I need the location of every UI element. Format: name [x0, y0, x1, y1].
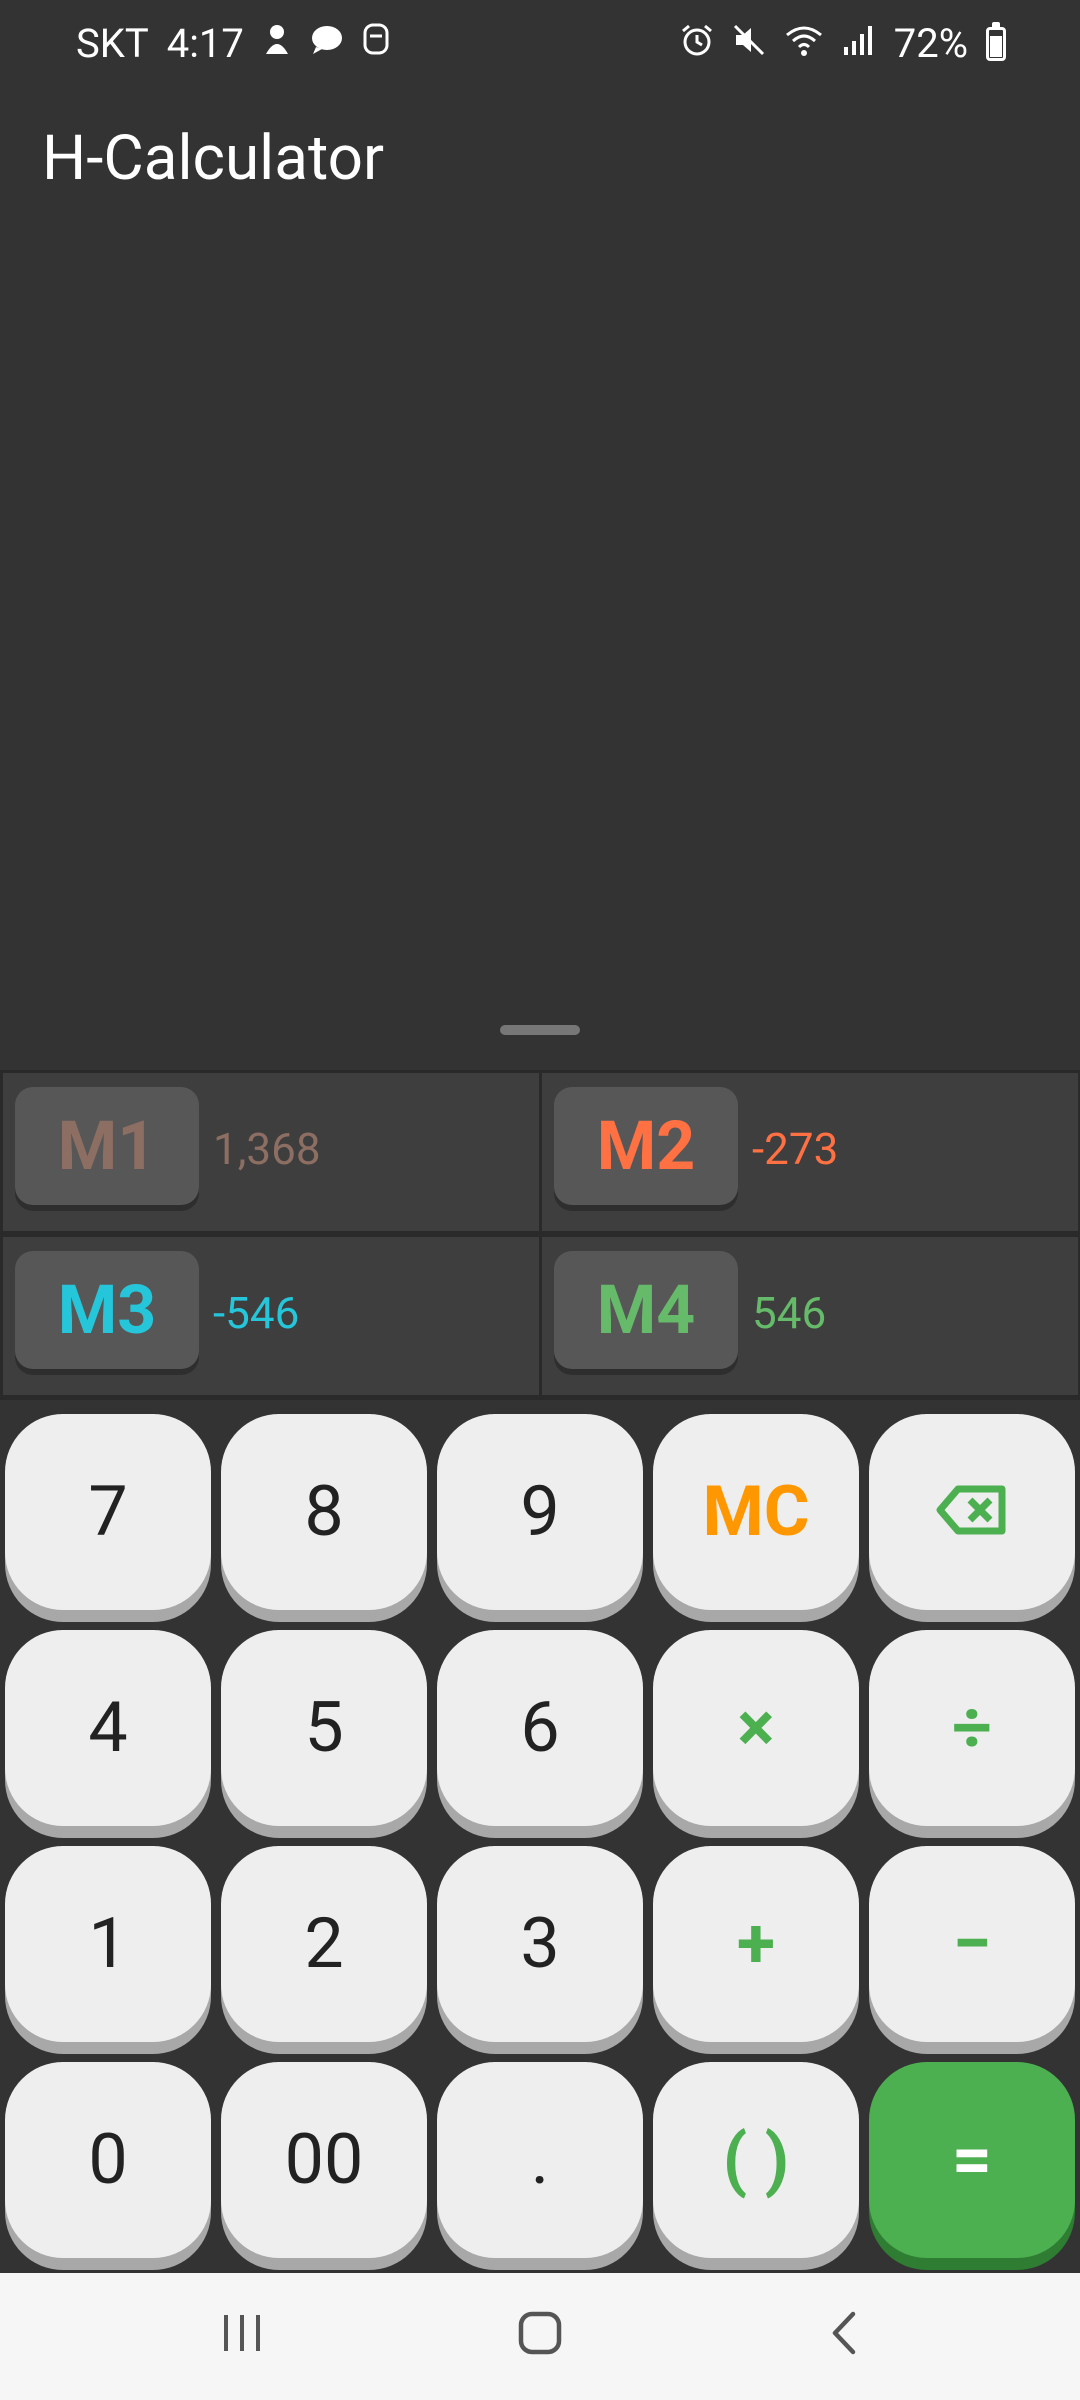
key-00[interactable]: 00 [221, 2062, 427, 2258]
recents-button[interactable] [210, 2303, 274, 2367]
chat-bubble-icon [310, 24, 344, 64]
m2-button[interactable]: M2 [554, 1087, 738, 1205]
backspace-button[interactable] [869, 1414, 1075, 1610]
multiply-button[interactable]: × [653, 1630, 859, 1826]
mute-icon [732, 20, 766, 67]
parentheses-button[interactable]: ( ) [653, 2062, 859, 2258]
key-7[interactable]: 7 [5, 1414, 211, 1610]
alarm-icon [680, 20, 714, 67]
key-1[interactable]: 1 [5, 1846, 211, 2042]
decimal-button[interactable]: . [437, 2062, 643, 2258]
key-4[interactable]: 4 [5, 1630, 211, 1826]
memory-panel: M1 1,368 M2 -273 M3 -546 M4 546 [0, 1070, 1080, 1400]
wifi-icon [784, 20, 824, 67]
m3-button[interactable]: M3 [15, 1251, 199, 1369]
key-3[interactable]: 3 [437, 1846, 643, 2042]
carrier-label: SKT [76, 20, 149, 67]
keypad: 7 8 9 MC 4 5 6 × ÷ 1 2 3 + − 0 00 . ( ) … [0, 1400, 1080, 2273]
plus-button[interactable]: + [653, 1846, 859, 2042]
recents-icon [220, 2313, 264, 2357]
battery-icon [986, 21, 1006, 61]
m2-value: -273 [752, 1123, 839, 1175]
m3-value: -546 [213, 1287, 300, 1339]
status-bar: SKT 4:17 72% [0, 0, 1080, 95]
memory-slot-m3: M3 -546 [3, 1237, 539, 1395]
key-9[interactable]: 9 [437, 1414, 643, 1610]
home-icon [518, 2311, 562, 2359]
memory-slot-m2: M2 -273 [542, 1073, 1078, 1231]
m4-value: 546 [752, 1287, 827, 1339]
back-icon [829, 2311, 859, 2359]
clock: 4:17 [166, 20, 244, 67]
signal-icon [842, 20, 876, 67]
minus-button[interactable]: − [869, 1846, 1075, 2042]
memory-slot-m1: M1 1,368 [3, 1073, 539, 1231]
key-5[interactable]: 5 [221, 1630, 427, 1826]
m1-button[interactable]: M1 [15, 1087, 199, 1205]
equals-button[interactable]: = [869, 2062, 1075, 2258]
navigation-bar [0, 2273, 1080, 2400]
battery-percent: 72% [893, 20, 968, 67]
home-button[interactable] [506, 2303, 574, 2367]
m1-value: 1,368 [213, 1123, 321, 1175]
key-8[interactable]: 8 [221, 1414, 427, 1610]
app-notification-icon [362, 22, 390, 65]
m4-button[interactable]: M4 [554, 1251, 738, 1369]
status-right: 72% [680, 20, 1006, 67]
app-title: H-Calculator [42, 122, 384, 195]
drag-handle[interactable] [500, 1025, 580, 1035]
key-6[interactable]: 6 [437, 1630, 643, 1826]
key-2[interactable]: 2 [221, 1846, 427, 2042]
back-button[interactable] [812, 2303, 876, 2367]
backspace-icon [936, 1471, 1008, 1553]
memory-slot-m4: M4 546 [542, 1237, 1078, 1395]
divide-button[interactable]: ÷ [869, 1630, 1075, 1826]
status-left: SKT 4:17 [76, 20, 390, 67]
key-0[interactable]: 0 [5, 2062, 211, 2258]
memory-clear-button[interactable]: MC [653, 1414, 859, 1610]
notification-icon [262, 22, 292, 65]
